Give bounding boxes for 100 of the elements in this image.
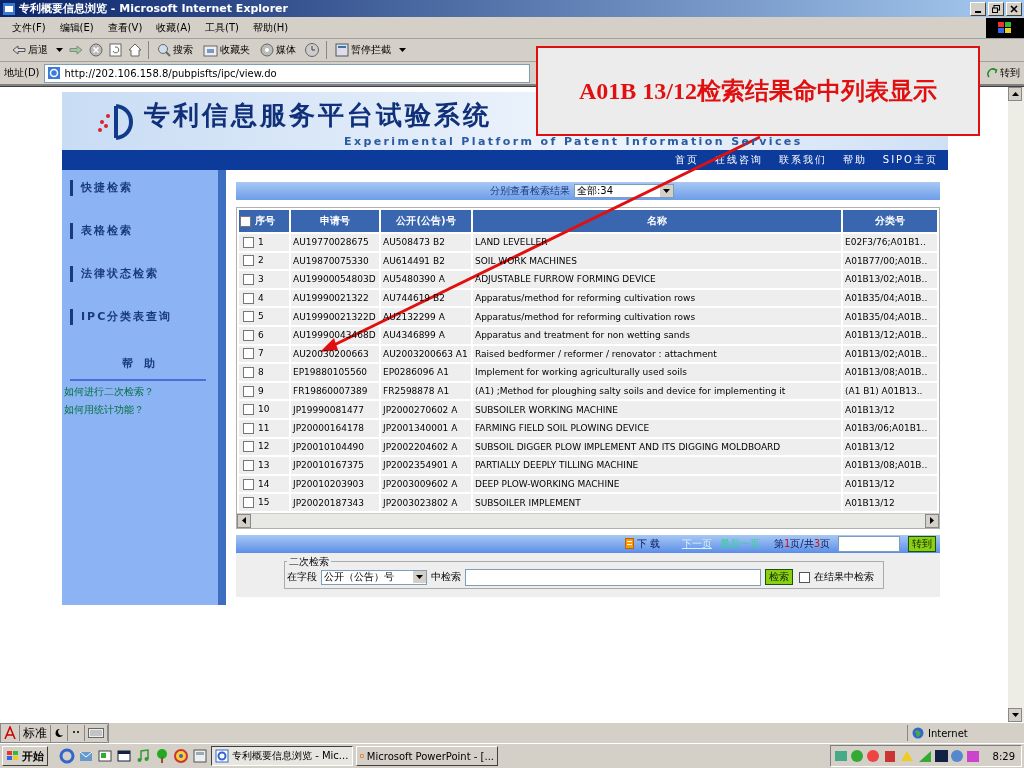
table-cell: 6	[239, 326, 289, 344]
security-zone: Internet	[907, 725, 1024, 741]
nav-link[interactable]: 首页	[674, 153, 699, 167]
row-checkbox[interactable]	[243, 422, 254, 434]
go-page-button[interactable]: 转到	[908, 535, 936, 552]
address-field[interactable]: http://202.106.158.8/pubpisfts/ipc/view.do	[43, 63, 530, 83]
table-cell: FR19860007389	[291, 382, 379, 400]
table-cell: 7	[239, 345, 289, 363]
row-checkbox[interactable]	[243, 255, 254, 267]
scroll-right-icon[interactable]	[925, 513, 939, 528]
column-header: 名称	[473, 210, 841, 232]
search-field[interactable]	[465, 568, 761, 586]
restore-icon	[992, 4, 1000, 13]
back-button[interactable]: 后退	[10, 43, 50, 57]
row-checkbox[interactable]	[243, 366, 254, 378]
calculator-icon[interactable]	[192, 748, 208, 764]
browser-icon[interactable]	[59, 748, 75, 764]
page-icon	[46, 66, 61, 80]
download-link[interactable]: 下 载	[624, 536, 660, 551]
row-checkbox[interactable]	[243, 497, 254, 509]
table-cell: A01B13/02;A01B..	[843, 271, 937, 288]
table-cell: 10	[239, 401, 289, 418]
page-input[interactable]	[838, 535, 900, 552]
scroll-up-icon[interactable]	[1008, 87, 1022, 101]
go-button[interactable]: 转到	[987, 66, 1020, 80]
disc-icon[interactable]	[173, 748, 189, 764]
sidebar-link[interactable]: 快捷检索	[70, 180, 204, 196]
table-cell: Apparatus/method for reforming cultivation rows	[473, 289, 841, 307]
menu-item[interactable]: 工具(T)	[205, 20, 239, 35]
row-checkbox[interactable]	[243, 459, 254, 471]
row-checkbox[interactable]	[243, 348, 254, 360]
dropdown-caret-icon[interactable]	[399, 48, 406, 52]
sidebar-link[interactable]: 法律状态检索	[70, 266, 204, 282]
table-cell: 2	[239, 252, 289, 270]
horizontal-scrollbar[interactable]	[237, 512, 939, 528]
row-checkbox[interactable]	[243, 441, 254, 453]
search-button[interactable]: 搜索	[155, 43, 195, 57]
keyboard-icon[interactable]	[85, 725, 108, 741]
forward-arrow-icon[interactable]	[69, 45, 83, 55]
table-cell: 1	[239, 234, 289, 251]
menu-item[interactable]: 帮助(H)	[252, 20, 289, 35]
table-cell: JP2002204602 A	[381, 438, 471, 456]
search-button[interactable]: 检索	[765, 569, 793, 586]
table-cell: AU2003200663 A1	[381, 345, 471, 363]
vertical-scrollbar[interactable]	[1008, 87, 1024, 722]
taskbar-button[interactable]: 专利概要信息浏览 - Mic...	[211, 746, 353, 766]
table-cell: E02F3/76;A01B1..	[843, 234, 937, 251]
stop-icon[interactable]	[89, 43, 103, 57]
ime-mode[interactable]: 标准	[20, 724, 51, 742]
start-button[interactable]: 开始	[2, 746, 48, 766]
table-cell: 13	[239, 457, 289, 474]
menu-item[interactable]: 编辑(E)	[59, 20, 94, 35]
sidebar-link[interactable]: 表格检索	[70, 223, 204, 239]
table-cell: JP2002354901 A	[381, 457, 471, 474]
restore-button[interactable]	[988, 1, 1004, 16]
row-checkbox[interactable]	[243, 385, 254, 397]
table-cell: A01B13/12;A01B..	[843, 326, 937, 344]
row-checkbox[interactable]	[243, 478, 254, 490]
row-checkbox[interactable]	[243, 311, 254, 323]
refresh-icon[interactable]	[109, 43, 122, 57]
column-header: 序号	[239, 210, 289, 232]
windows-logo-icon	[986, 17, 1024, 38]
table-cell: 15	[239, 494, 289, 511]
windows-logo-icon	[6, 750, 20, 762]
table-cell: JP20010203903	[291, 475, 379, 493]
nav-link[interactable]: SIPO主页	[882, 153, 938, 167]
column-header: 分类号	[843, 210, 937, 232]
select-all-checkbox[interactable]	[240, 215, 251, 227]
table-cell: JP19990081477	[291, 401, 379, 418]
table-cell: 8	[239, 364, 289, 381]
taskbar-button[interactable]: Microsoft PowerPoint - [...	[356, 746, 498, 766]
window-icon[interactable]	[116, 748, 132, 764]
row-checkbox[interactable]	[243, 329, 254, 341]
scroll-down-icon[interactable]	[1008, 708, 1022, 722]
within-results-checkbox[interactable]	[799, 571, 810, 583]
globe-icon	[912, 727, 924, 739]
minimize-button[interactable]	[970, 1, 986, 16]
field-select[interactable]: 公开（公告）号	[321, 569, 427, 585]
nav-link[interactable]: 帮助	[842, 153, 867, 167]
row-checkbox[interactable]	[243, 292, 254, 304]
menu-item[interactable]: 收藏(A)	[156, 20, 191, 35]
menu-item[interactable]: 文件(F)	[12, 20, 46, 35]
home-icon[interactable]	[128, 43, 142, 57]
row-checkbox[interactable]	[243, 274, 254, 285]
menu-item[interactable]: 查看(V)	[107, 20, 143, 35]
sidebar-link[interactable]: IPC分类表查询	[70, 309, 204, 325]
scroll-left-icon[interactable]	[237, 513, 251, 528]
row-checkbox[interactable]	[243, 236, 254, 248]
favorites-button[interactable]: 收藏夹	[201, 43, 252, 57]
history-icon[interactable]	[304, 42, 320, 58]
disc-icon	[260, 43, 274, 57]
nav-link[interactable]: 联系我们	[778, 153, 827, 167]
media-button[interactable]: 媒体	[258, 43, 298, 57]
tree-icon[interactable]	[154, 748, 170, 764]
filter-select[interactable]: 全部:34	[574, 184, 674, 198]
table-cell: 9	[239, 382, 289, 400]
row-checkbox[interactable]	[243, 404, 254, 416]
close-button[interactable]	[1006, 1, 1022, 16]
popup-blocker-button[interactable]: 暂停拦截	[333, 43, 393, 57]
dropdown-caret-icon[interactable]	[56, 48, 63, 52]
